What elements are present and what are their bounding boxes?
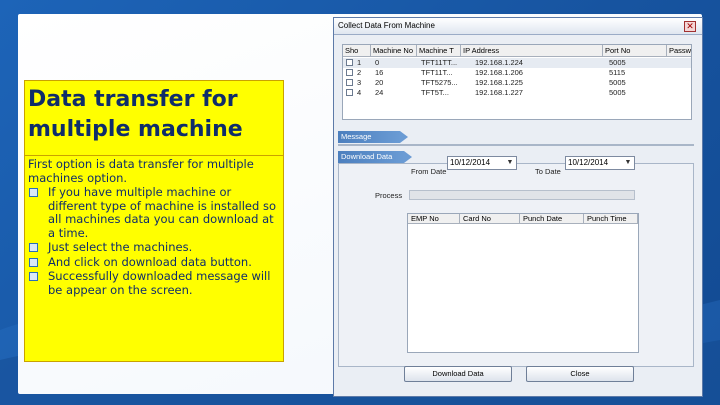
download-section-header: Download Data: [338, 151, 412, 163]
column-header-punch-date[interactable]: Punch Date: [520, 214, 584, 224]
checkbox-bullet-icon: [29, 257, 38, 267]
machine-grid-header: Sho Machine No Machine T IP Address Port…: [343, 45, 691, 57]
row-checkbox[interactable]: [346, 89, 353, 96]
column-header-sno[interactable]: Sho: [343, 45, 371, 57]
table-row[interactable]: 2 16 TFT11T... 192.168.1.206 5115: [343, 68, 691, 78]
checkbox-bullet-icon: [29, 272, 38, 281]
table-row[interactable]: 1 0 TFT11TT... 192.168.1.224 5005: [343, 58, 691, 68]
close-icon[interactable]: ✕: [684, 21, 696, 32]
download-data-button[interactable]: Download Data: [404, 366, 512, 382]
machine-grid: Sho Machine No Machine T IP Address Port…: [342, 44, 692, 120]
row-checkbox[interactable]: [346, 79, 353, 86]
message-area: [338, 144, 694, 146]
to-date-picker[interactable]: 10/12/2014 ▼: [565, 156, 635, 170]
from-date-picker[interactable]: 10/12/2014 ▼: [447, 156, 517, 170]
row-checkbox[interactable]: [346, 59, 353, 66]
punch-data-grid: EMP No Card No Punch Date Punch Time: [407, 213, 639, 353]
table-row[interactable]: 3 20 TFT5275... 192.168.1.225 5005: [343, 78, 691, 88]
download-data-group: From Date 10/12/2014 ▼ To Date 10/12/201…: [338, 156, 694, 367]
process-label: Process: [375, 191, 403, 200]
column-header-emp-no[interactable]: EMP No: [408, 214, 460, 224]
callout-title: Data transfer for multiple machine: [28, 87, 243, 142]
chevron-down-icon[interactable]: ▼: [505, 158, 515, 168]
column-header-card-no[interactable]: Card No: [460, 214, 520, 224]
dialog-title: Collect Data From Machine: [338, 21, 435, 30]
checkbox-bullet-icon: [29, 243, 38, 252]
chevron-down-icon[interactable]: ▼: [623, 158, 633, 168]
callout-bullet: And click on download data button.: [28, 255, 282, 270]
column-header-ip-address[interactable]: IP Address: [461, 45, 603, 57]
column-header-machine-type[interactable]: Machine T: [417, 45, 461, 57]
callout-box: Data transfer for multiple machine First…: [24, 80, 284, 362]
column-header-port-no[interactable]: Port No: [603, 45, 667, 57]
callout-bullet: Successfully downloaded message will be …: [28, 269, 282, 297]
column-header-punch-time[interactable]: Punch Time: [584, 214, 638, 224]
process-progress-bar: [409, 190, 635, 200]
collect-data-dialog: Collect Data From Machine ✕ Sho Machine …: [333, 17, 703, 397]
callout-divider: [25, 155, 283, 156]
callout-intro: First option is data transfer for multip…: [28, 157, 254, 185]
dialog-titlebar: Collect Data From Machine ✕: [334, 18, 702, 35]
table-row[interactable]: 4 24 TFT5T... 192.168.1.227 5005: [343, 88, 691, 98]
checkbox-bullet-icon: [29, 188, 38, 197]
message-section-header: Message: [338, 131, 408, 143]
callout-body: First option is data transfer for multip…: [28, 157, 282, 297]
callout-bullet: Just select the machines.: [28, 240, 282, 255]
row-checkbox[interactable]: [346, 69, 353, 76]
to-date-label: To Date: [535, 167, 561, 176]
close-button[interactable]: Close: [526, 366, 634, 382]
column-header-password[interactable]: Passwo: [667, 45, 691, 57]
column-header-machine-no[interactable]: Machine No: [371, 45, 417, 57]
callout-bullet: If you have multiple machine or differen…: [28, 185, 282, 240]
from-date-label: From Date: [411, 167, 447, 176]
